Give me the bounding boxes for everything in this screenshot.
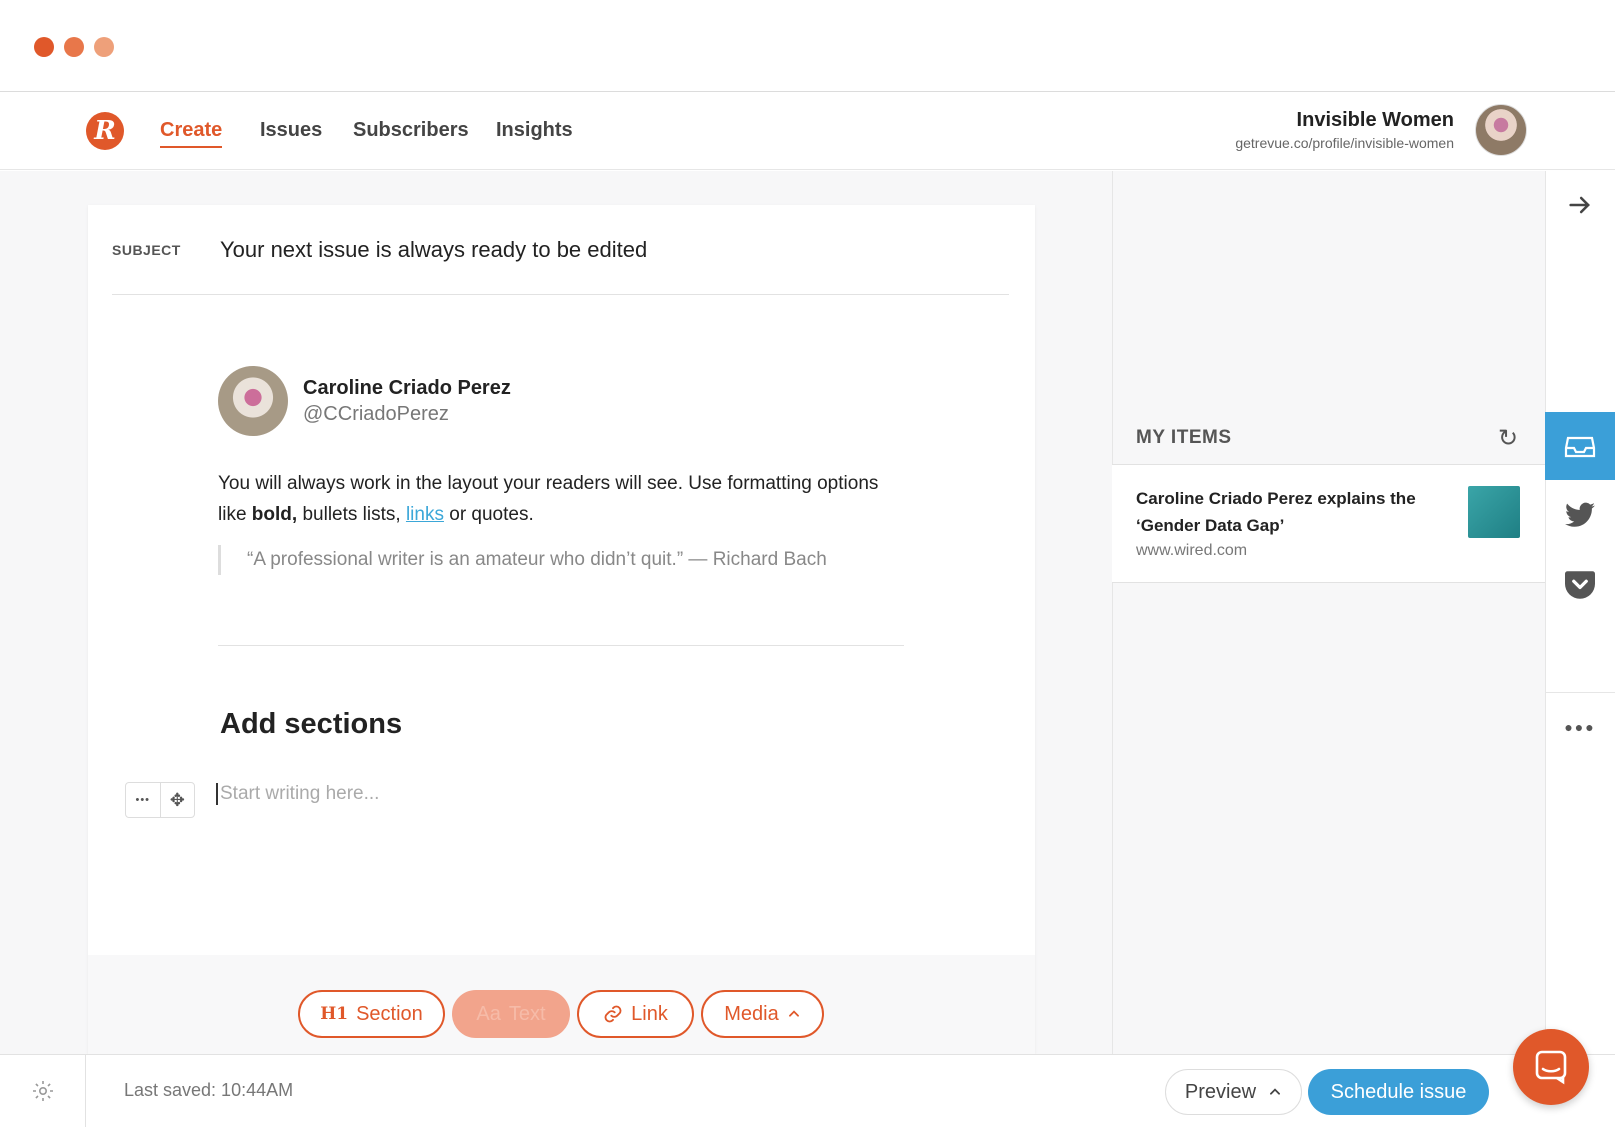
preview-button[interactable]: Preview xyxy=(1165,1069,1302,1115)
window-titlebar xyxy=(0,0,1615,92)
content-divider xyxy=(218,645,904,646)
add-text-button[interactable]: Aa Text xyxy=(452,990,570,1038)
chat-icon xyxy=(1535,1050,1567,1085)
add-text-label: Text xyxy=(508,1002,546,1025)
nav-create[interactable]: Create xyxy=(160,119,223,148)
subject-label: SUBJECT xyxy=(112,242,181,258)
my-items-title: MY ITEMS xyxy=(1136,427,1232,448)
intro-paragraph[interactable]: You will always work in the layout your … xyxy=(218,468,898,530)
item-domain: www.wired.com xyxy=(1136,542,1248,559)
top-nav: R Create Issues Subscribers Insights Inv… xyxy=(0,92,1615,170)
add-link-button[interactable]: Link xyxy=(577,990,694,1038)
more-options-icon[interactable]: ••• xyxy=(126,783,160,817)
refresh-icon[interactable]: ↻ xyxy=(1498,424,1518,453)
inbox-source-button[interactable] xyxy=(1545,412,1615,480)
gear-icon xyxy=(32,1080,53,1101)
intro-bold-text: bold, xyxy=(251,504,298,525)
subject-input[interactable]: Your next issue is always ready to be ed… xyxy=(220,237,647,263)
twitter-source-button[interactable] xyxy=(1545,495,1615,535)
collapse-panel-button[interactable] xyxy=(1545,180,1615,230)
twitter-icon xyxy=(1565,502,1595,527)
arrow-right-icon xyxy=(1569,196,1590,214)
add-section-label: Section xyxy=(356,1002,423,1025)
section-heading[interactable]: Add sections xyxy=(220,708,402,741)
chat-support-button[interactable] xyxy=(1513,1029,1589,1105)
tweet-author-name: Caroline Criado Perez xyxy=(303,377,511,399)
add-media-label: Media xyxy=(724,1002,779,1025)
link-icon xyxy=(604,1005,622,1023)
chevron-up-icon xyxy=(788,1010,799,1017)
settings-button[interactable] xyxy=(0,1054,86,1127)
source-rail xyxy=(1545,171,1615,1054)
block-handle: ••• ✥ xyxy=(125,782,195,818)
tweet-author-avatar xyxy=(218,366,288,436)
revue-logo[interactable]: R xyxy=(86,112,124,150)
preview-label: Preview xyxy=(1184,1080,1257,1103)
close-window-button[interactable] xyxy=(34,37,54,57)
add-link-label: Link xyxy=(631,1002,668,1025)
blockquote[interactable]: “A professional writer is an amateur who… xyxy=(218,545,858,575)
intro-link[interactable]: links xyxy=(406,504,444,525)
minimize-window-button[interactable] xyxy=(64,37,84,57)
nav-insights[interactable]: Insights xyxy=(496,119,573,142)
text-icon: Aa xyxy=(476,1002,501,1025)
add-media-button[interactable]: Media xyxy=(701,990,824,1038)
drag-handle-icon[interactable]: ✥ xyxy=(159,783,195,817)
tweet-author-handle[interactable]: @CCriadoPerez xyxy=(303,403,449,426)
profile-avatar[interactable] xyxy=(1475,104,1527,156)
add-section-button[interactable]: H1 Section xyxy=(298,990,445,1038)
intro-text-2: bullets lists, xyxy=(297,504,406,525)
pocket-source-button[interactable] xyxy=(1545,565,1615,605)
subject-divider xyxy=(112,294,1009,295)
intro-text-3: or quotes. xyxy=(443,504,534,525)
schedule-issue-button[interactable]: Schedule issue xyxy=(1308,1069,1489,1115)
item-thumbnail xyxy=(1468,486,1520,538)
content-sources-panel xyxy=(1112,171,1545,1054)
profile-name: Invisible Women xyxy=(1296,109,1454,131)
issue-editor-card xyxy=(88,205,1035,1054)
nav-subscribers[interactable]: Subscribers xyxy=(353,119,469,142)
item-title[interactable]: Caroline Criado Perez explains the ‘Gend… xyxy=(1136,485,1436,539)
pocket-icon xyxy=(1565,571,1595,599)
start-writing-input[interactable]: Start writing here... xyxy=(216,783,379,805)
profile-url[interactable]: getrevue.co/profile/invisible-women xyxy=(1235,135,1454,151)
more-sources-icon[interactable]: ●●● xyxy=(1545,712,1615,742)
chevron-up-icon xyxy=(1270,1088,1281,1095)
nav-issues[interactable]: Issues xyxy=(260,119,322,142)
inbox-icon xyxy=(1564,436,1596,458)
maximize-window-button[interactable] xyxy=(94,37,114,57)
heading-icon: H1 xyxy=(320,1004,349,1024)
rail-divider xyxy=(1545,692,1615,693)
last-saved-status: Last saved: 10:44AM xyxy=(124,1080,294,1100)
